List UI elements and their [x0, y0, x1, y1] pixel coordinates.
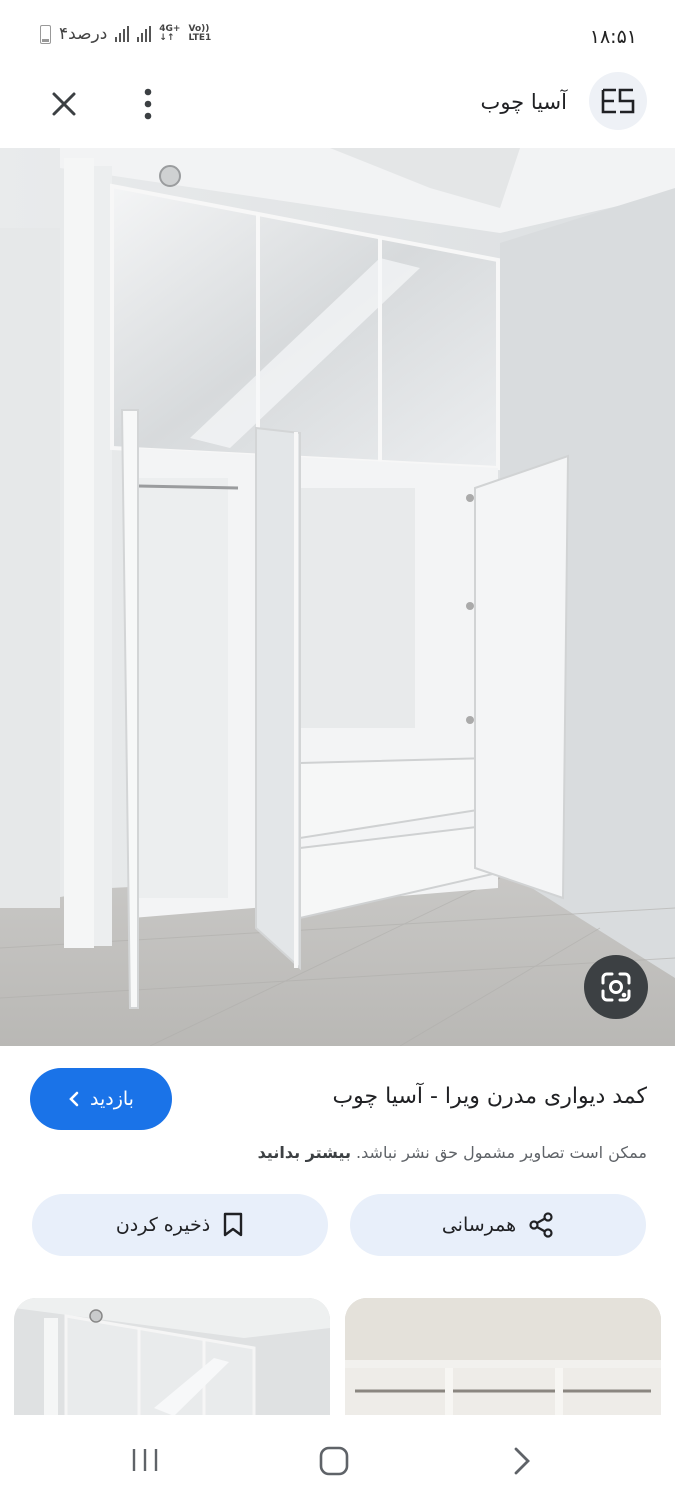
wardrobe-photo [0, 148, 675, 1046]
share-icon [529, 1212, 553, 1238]
related-image-thumb-2[interactable] [345, 1298, 661, 1428]
clock: ۱۸:۵۱ [589, 26, 637, 48]
related-image-2 [345, 1298, 661, 1428]
home-icon[interactable] [318, 1445, 350, 1477]
battery-percent: ۴درصد [59, 24, 108, 44]
related-image-thumb[interactable] [14, 1298, 330, 1428]
copyright-notice: ممکن است تصاویر مشمول حق نشر نباشد. بیشت… [258, 1143, 647, 1162]
learn-more-link[interactable]: بیشتر بدانید [258, 1143, 351, 1162]
save-label: ذخیره کردن [115, 1214, 211, 1236]
google-lens-button[interactable] [584, 955, 648, 1019]
share-button[interactable]: همرسانی [350, 1194, 646, 1256]
more-vert-icon [144, 88, 152, 120]
save-button[interactable]: ذخیره کردن [32, 1194, 328, 1256]
back-icon[interactable] [510, 1445, 534, 1477]
site-logo-icon [601, 88, 635, 114]
recent-apps-icon[interactable] [130, 1445, 160, 1475]
system-navigation-bar [0, 1415, 675, 1500]
signal-icon-2 [137, 26, 152, 42]
close-button[interactable] [46, 86, 82, 122]
share-label: همرسانی [441, 1214, 517, 1236]
volte-indicator: Vo)) LTE1 [188, 24, 212, 43]
status-icons: ۴درصد 4G+ ↓↑ Vo)) LTE1 [40, 24, 211, 44]
close-icon [52, 92, 76, 116]
bookmark-icon [223, 1212, 243, 1237]
more-options-button[interactable] [138, 84, 158, 124]
battery-icon [40, 24, 51, 44]
image-title: کمد دیواری مدرن ویرا - آسیا چوب [332, 1084, 647, 1109]
main-image[interactable] [0, 148, 675, 1046]
visit-label: بازدید [90, 1088, 134, 1110]
google-lens-icon [601, 972, 631, 1002]
site-logo[interactable] [589, 72, 647, 130]
chevron-left-icon [69, 1091, 79, 1107]
signal-icon [115, 26, 130, 42]
visit-button[interactable]: بازدید [30, 1068, 172, 1130]
related-image-1 [14, 1298, 330, 1428]
site-name[interactable]: آسیا چوب [481, 90, 567, 114]
copyright-text: ممکن است تصاویر مشمول حق نشر نباشد. [356, 1143, 647, 1162]
status-bar: ۴درصد 4G+ ↓↑ Vo)) LTE1 ۱۸:۵۱ [0, 0, 675, 70]
app-bar: آسیا چوب [0, 70, 675, 150]
network-type: 4G+ ↓↑ [159, 24, 181, 43]
